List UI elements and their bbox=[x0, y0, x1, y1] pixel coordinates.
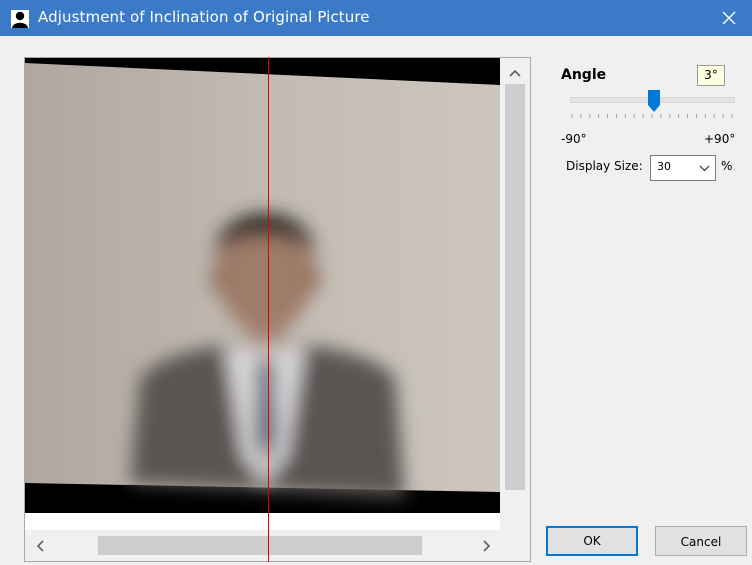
vertical-scroll-thumb[interactable] bbox=[505, 84, 525, 490]
close-icon bbox=[722, 11, 736, 25]
percent-label: % bbox=[721, 159, 733, 173]
scroll-right-icon[interactable] bbox=[477, 536, 497, 556]
angle-label: Angle bbox=[561, 67, 607, 83]
angle-min-label: -90° bbox=[561, 132, 587, 146]
ok-button[interactable]: OK bbox=[546, 526, 638, 556]
display-size-label: Display Size: bbox=[566, 159, 643, 173]
scroll-left-icon[interactable] bbox=[30, 536, 50, 556]
angle-slider-ticks bbox=[571, 114, 733, 118]
chevron-down-icon bbox=[699, 165, 710, 172]
tilted-photo bbox=[25, 58, 500, 513]
scrollbar-corner bbox=[500, 513, 530, 561]
display-size-value: 30 bbox=[657, 160, 671, 173]
display-size-select[interactable]: 30 bbox=[650, 155, 716, 181]
angle-value: 3° bbox=[697, 65, 725, 86]
title-bar: Adjustment of Inclination of Original Pi… bbox=[0, 0, 752, 36]
image-viewport bbox=[25, 58, 500, 513]
angle-slider-thumb[interactable] bbox=[647, 89, 661, 113]
horizontal-scrollbar[interactable] bbox=[25, 530, 500, 561]
horizontal-scroll-thumb[interactable] bbox=[98, 536, 422, 555]
vertical-scrollbar[interactable] bbox=[500, 58, 530, 525]
person-icon bbox=[11, 10, 29, 28]
image-scroll-pane[interactable] bbox=[24, 57, 531, 562]
window-title: Adjustment of Inclination of Original Pi… bbox=[38, 8, 370, 26]
cancel-button[interactable]: Cancel bbox=[655, 526, 747, 556]
scroll-up-icon[interactable] bbox=[505, 63, 525, 83]
angle-max-label: +90° bbox=[704, 132, 736, 146]
close-button[interactable] bbox=[706, 0, 752, 36]
vertical-guide-line bbox=[268, 57, 269, 562]
